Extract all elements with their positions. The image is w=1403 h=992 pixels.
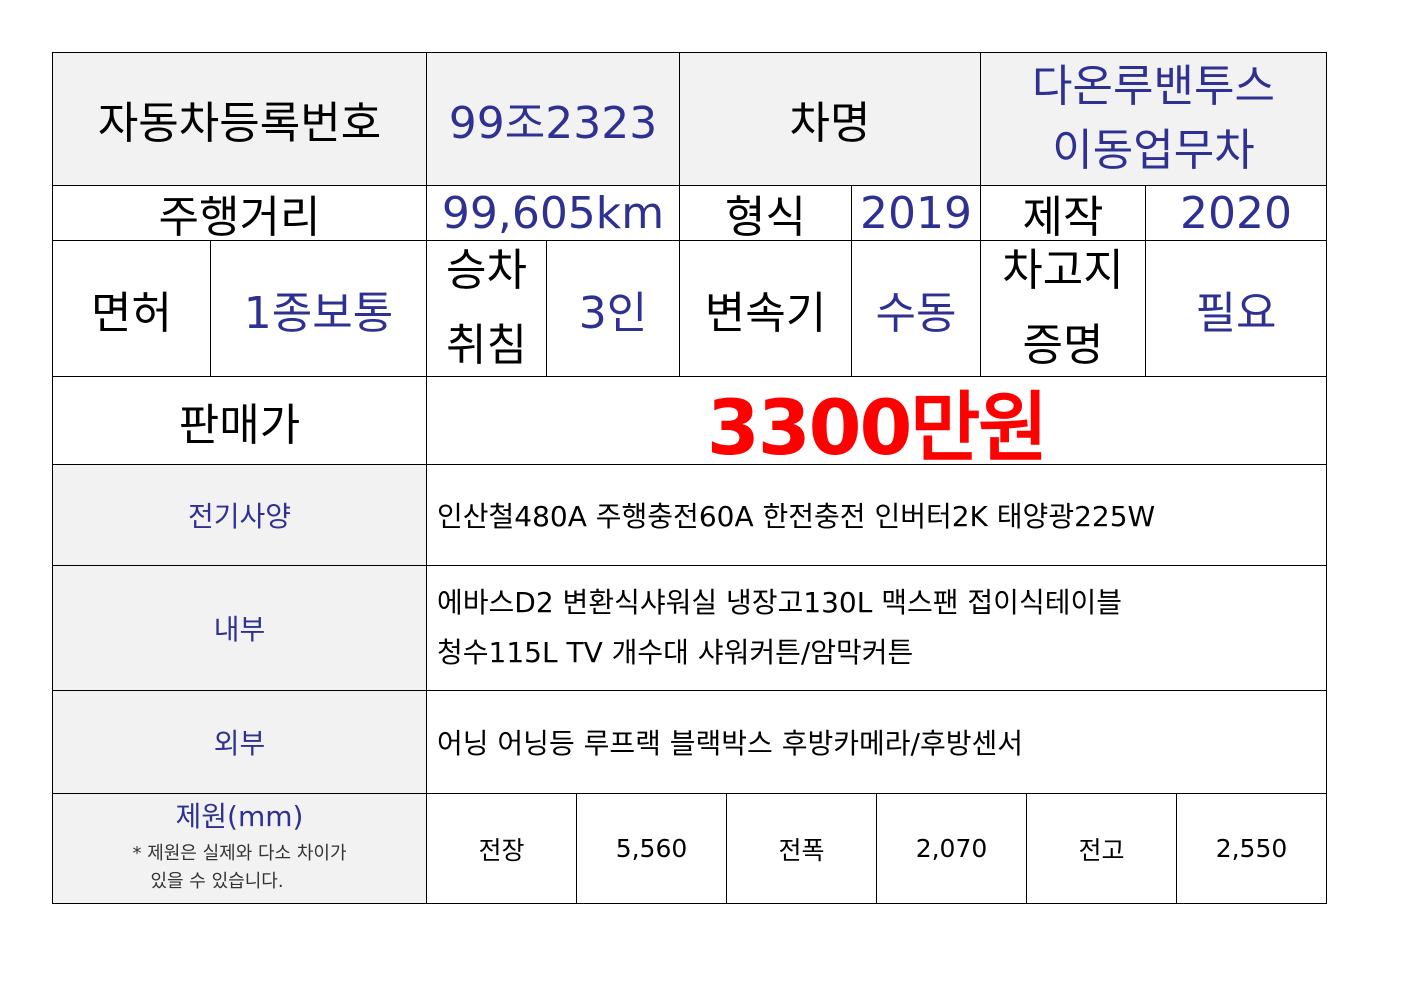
garage-proof-label-line2: 증명 <box>1022 319 1104 371</box>
manufacture-label-text: 제작 <box>1022 192 1104 241</box>
registration-number-label-text: 자동차등록번호 <box>97 98 382 149</box>
seats-value: 3인 <box>546 240 680 377</box>
length-label-text: 전장 <box>478 835 525 865</box>
garage-proof-label: 차고지 증명 <box>980 240 1146 377</box>
price-label: 판매가 <box>52 376 427 465</box>
height-value: 2,550 <box>1176 793 1327 904</box>
garage-proof-label-stack: 차고지 증명 <box>1002 241 1124 376</box>
dimensions-label: 제원(mm) * 제원은 실제와 다소 차이가 있을 수 있습니다. <box>52 793 427 904</box>
dimensions-note-line1: * 제원은 실제와 다소 차이가 <box>132 842 347 864</box>
transmission-value-text: 수동 <box>875 287 957 339</box>
electric-spec-value-text: 인산철480A 주행충전60A 한전충전 인버터2K 태양광225W <box>437 500 1156 533</box>
manufacture-value: 2020 <box>1145 185 1327 241</box>
transmission-label-text: 변속기 <box>704 287 827 339</box>
model-type-value-text: 2019 <box>860 187 972 239</box>
garage-proof-label-line1: 차고지 <box>1002 244 1124 296</box>
seats-label-line1: 승차 <box>446 244 527 296</box>
license-value-text: 1종보통 <box>243 287 394 339</box>
vehicle-name-line1: 다온루밴투스 <box>1032 61 1275 113</box>
vehicle-name-label: 차명 <box>679 52 981 186</box>
height-label-text: 전고 <box>1078 835 1125 865</box>
price-value: 3300만원 <box>426 376 1327 465</box>
seats-label-stack: 승차 취침 <box>446 241 527 376</box>
registration-number-label: 자동차등록번호 <box>52 52 427 186</box>
vehicle-name-line2: 이동업무차 <box>1052 125 1255 176</box>
width-label: 전폭 <box>726 793 877 904</box>
license-label: 면허 <box>52 240 211 377</box>
price-label-text: 판매가 <box>178 399 301 451</box>
exterior-value: 어닝 어닝등 루프랙 블랙박스 후방카메라/후방센서 <box>426 690 1327 794</box>
width-value: 2,070 <box>876 793 1027 904</box>
vehicle-name-stack: 다온루밴투스 이동업무차 <box>1032 55 1275 183</box>
mileage-label-text: 주행거리 <box>158 192 321 241</box>
length-value-text: 5,560 <box>615 834 688 863</box>
vehicle-name-label-text: 차명 <box>789 98 871 149</box>
registration-number-value-text: 99조2323 <box>448 98 658 149</box>
manufacture-value-text: 2020 <box>1180 187 1292 239</box>
exterior-label-text: 외부 <box>213 727 266 760</box>
electric-spec-value: 인산철480A 주행충전60A 한전충전 인버터2K 태양광225W <box>426 464 1327 566</box>
width-label-text: 전폭 <box>778 835 825 865</box>
license-value: 1종보통 <box>210 240 427 377</box>
registration-number-value: 99조2323 <box>426 52 680 186</box>
length-label: 전장 <box>426 793 577 904</box>
model-type-label-text: 형식 <box>725 192 806 241</box>
length-value: 5,560 <box>576 793 727 904</box>
interior-line2: 청수115L TV 개수대 샤워커튼/암막커튼 <box>437 636 914 669</box>
width-value-text: 2,070 <box>915 834 988 863</box>
transmission-value: 수동 <box>851 240 981 377</box>
interior-line1: 에바스D2 변환식샤워실 냉장고130L 맥스팬 접이식테이블 <box>437 585 1122 619</box>
interior-value: 에바스D2 변환식샤워실 냉장고130L 맥스팬 접이식테이블 청수115L T… <box>426 565 1327 691</box>
garage-proof-value-text: 필요 <box>1195 287 1277 339</box>
exterior-label: 외부 <box>52 690 427 794</box>
electric-spec-label-text: 전기사양 <box>187 500 292 533</box>
seats-value-text: 3인 <box>578 287 648 339</box>
mileage-value-text: 99,605km <box>441 187 665 239</box>
license-label-text: 면허 <box>91 287 172 339</box>
vehicle-spec-sheet: 자동차등록번호 99조2323 차명 다온루밴투스 이동업무차 주행거리 99,… <box>52 52 1327 904</box>
height-value-text: 2,550 <box>1215 834 1288 863</box>
model-type-label: 형식 <box>679 185 852 241</box>
electric-spec-label: 전기사양 <box>52 464 427 566</box>
vehicle-name-value: 다온루밴투스 이동업무차 <box>980 52 1327 186</box>
dimensions-note: * 제원은 실제와 다소 차이가 있을 수 있습니다. <box>132 840 346 898</box>
manufacture-label: 제작 <box>980 185 1146 241</box>
model-type-value: 2019 <box>851 185 981 241</box>
seats-label-line2: 취침 <box>446 319 527 371</box>
height-label: 전고 <box>1026 793 1177 904</box>
mileage-value: 99,605km <box>426 185 680 241</box>
dimensions-note-line2: 있을 수 있습니다. <box>150 871 284 893</box>
interior-label: 내부 <box>52 565 427 691</box>
mileage-label: 주행거리 <box>52 185 427 241</box>
price-value-text: 3300만원 <box>706 382 1048 465</box>
interior-lines: 에바스D2 변환식샤워실 냉장고130L 맥스팬 접이식테이블 청수115L T… <box>437 578 1122 679</box>
seats-label: 승차 취침 <box>426 240 547 377</box>
dimensions-label-stack: 제원(mm) * 제원은 실제와 다소 차이가 있을 수 있습니다. <box>132 800 346 897</box>
dimensions-title: 제원(mm) <box>175 799 304 833</box>
transmission-label: 변속기 <box>679 240 852 377</box>
garage-proof-value: 필요 <box>1145 240 1327 377</box>
interior-label-text: 내부 <box>213 613 266 646</box>
exterior-value-text: 어닝 어닝등 루프랙 블랙박스 후방카메라/후방센서 <box>437 727 1023 760</box>
